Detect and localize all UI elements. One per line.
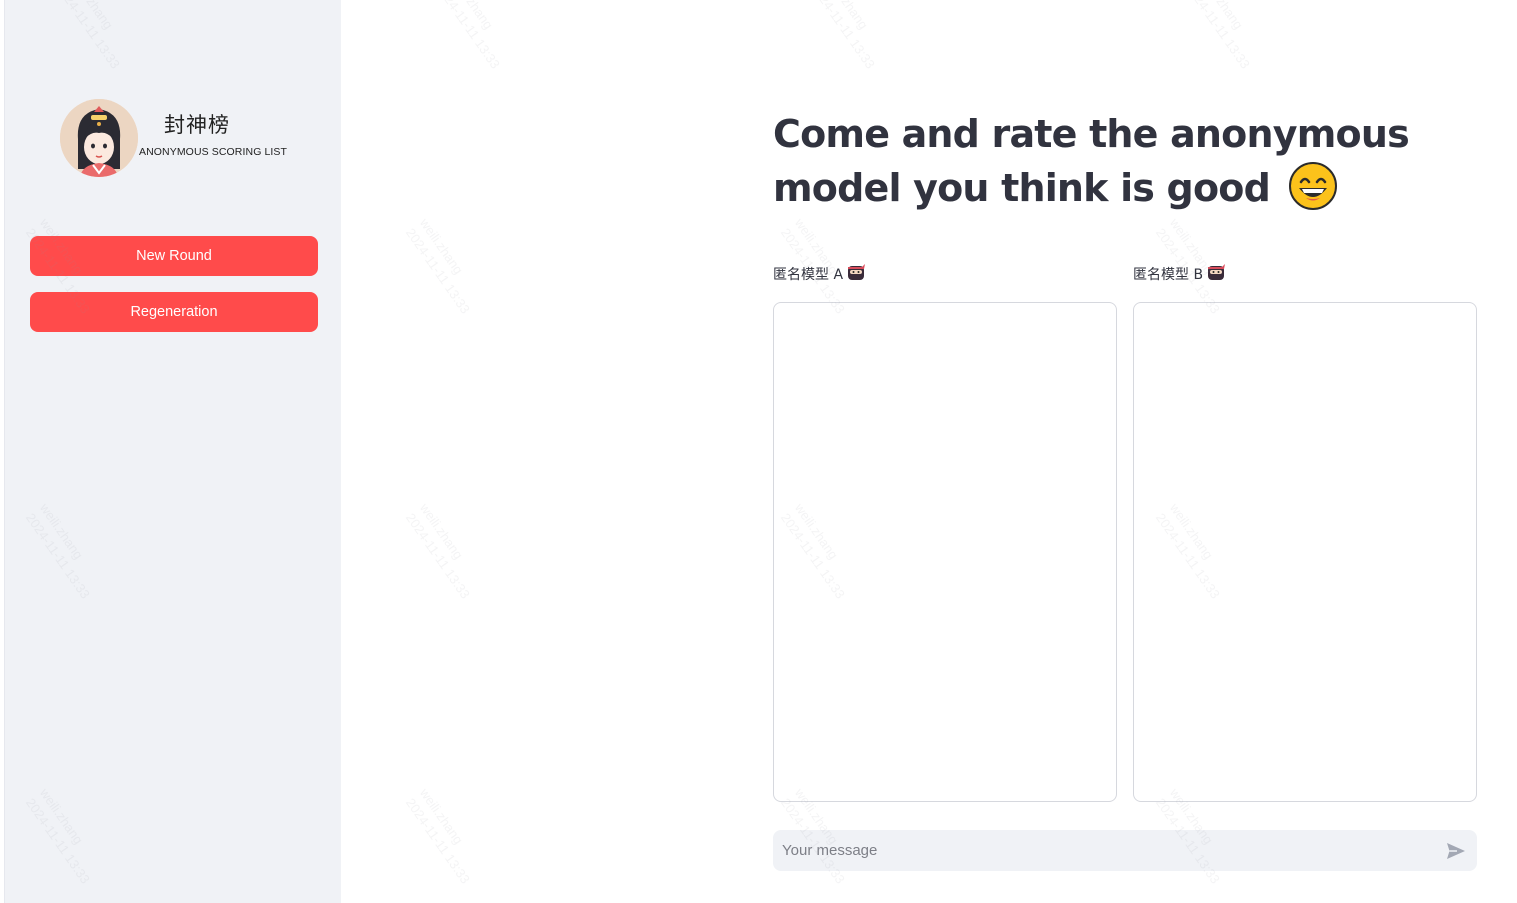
watermark: weili.zhang2024-11-11 13:33	[1182, 0, 1254, 72]
model-a-label-text: 匿名模型 A	[773, 266, 844, 283]
model-b-chat-container[interactable]	[1133, 302, 1477, 802]
watermark: weili.zhang2024-11-11 13:33	[807, 0, 879, 72]
page-title: Come and rate the anonymous model you th…	[773, 108, 1413, 225]
regeneration-button[interactable]: Regeneration	[30, 292, 318, 332]
grinning-face-emoji-icon	[1288, 161, 1338, 225]
chat-message-input[interactable]	[773, 830, 1433, 871]
chat-input-bar	[773, 830, 1477, 871]
model-b-label: 匿名模型 B	[1133, 263, 1226, 284]
brand-title: 封神榜	[164, 113, 230, 137]
brand-subtitle: ANONYMOUS SCORING LIST	[139, 146, 288, 158]
ninja-icon	[847, 263, 866, 284]
watermark: weili.zhang2024-11-11 13:33	[432, 0, 504, 72]
avatar	[60, 99, 138, 177]
ninja-icon	[1207, 263, 1226, 284]
new-round-button[interactable]: New Round	[30, 236, 318, 276]
model-a-chat-container[interactable]	[773, 302, 1117, 802]
avatar-illustration-icon	[60, 99, 138, 177]
send-icon[interactable]	[1445, 840, 1467, 862]
app-root: 封神榜 ANONYMOUS SCORING LIST New Round Reg…	[0, 0, 1517, 903]
watermark: weili.zhang2024-11-11 13:33	[402, 215, 474, 317]
model-a-label: 匿名模型 A	[773, 263, 866, 284]
sidebar: 封神榜 ANONYMOUS SCORING LIST New Round Reg…	[4, 0, 341, 903]
model-b-label-text: 匿名模型 B	[1133, 266, 1204, 283]
watermark: weili.zhang2024-11-11 13:33	[402, 785, 474, 887]
watermark: weili.zhang2024-11-11 13:33	[402, 500, 474, 602]
brand-header: 封神榜 ANONYMOUS SCORING LIST	[60, 99, 300, 179]
